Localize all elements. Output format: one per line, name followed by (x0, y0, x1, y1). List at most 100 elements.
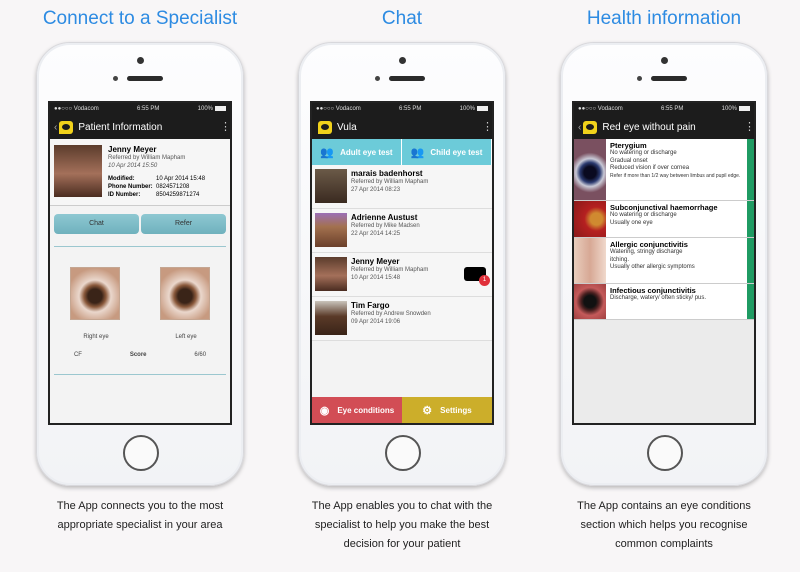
condition-line: itching. (610, 256, 630, 263)
overflow-menu-icon[interactable]: ⋮ (744, 122, 754, 133)
clock: 6:55 PM (399, 106, 422, 112)
date: 10 Apr 2014 15:48 (351, 275, 401, 281)
condition-line: Gradual onset (610, 157, 648, 164)
avatar (315, 301, 347, 335)
condition-image (574, 139, 606, 200)
score-row: CF Score 6/60 (50, 352, 230, 358)
condition-item[interactable]: Pterygium No watering or discharge Gradu… (574, 139, 754, 201)
field-modified: Modified: 10 Apr 2014 15:48 (108, 176, 206, 182)
camera-icon (661, 57, 668, 64)
eye-images (50, 251, 230, 320)
condition-line: Discharge, watery/ often sticky/ pus. (610, 295, 707, 301)
appbar-title: Patient Information (78, 121, 163, 133)
condition-line: No watering or discharge (610, 212, 677, 218)
referred-by: Referred by William Mapham (351, 179, 429, 185)
overflow-menu-icon[interactable]: ⋮ (220, 122, 230, 133)
condition-title: Pterygium (610, 141, 647, 150)
home-button[interactable] (385, 435, 421, 471)
phone-frame: ●●○○○ Vodacom 6:55 PM 100% ‹ Red eye wit… (560, 42, 768, 486)
carrier: ●●○○○ Vodacom (54, 106, 99, 112)
settings-button[interactable]: ⚙ Settings (402, 397, 492, 423)
appbar-title: Red eye without pain (602, 121, 696, 133)
status-bar: ●●○○○ Vodacom 6:55 PM 100% (574, 103, 754, 115)
avatar (315, 257, 347, 291)
clock: 6:55 PM (661, 106, 684, 112)
home-button[interactable] (123, 435, 159, 471)
condition-indicator (747, 201, 754, 237)
condition-indicator (747, 284, 754, 319)
referred-by: Referred by William Mapham (351, 267, 429, 273)
list-item[interactable]: Tim Fargo Referred by Andrew Snowden 09 Ap… (312, 297, 492, 341)
patient-name: Jenny Meyer (108, 145, 157, 154)
action-buttons: Chat Refer (50, 206, 230, 242)
right-eye-image[interactable] (70, 267, 120, 320)
left-eye-label: Left eye (175, 334, 197, 340)
conditions-list: Pterygium No watering or discharge Gradu… (574, 139, 754, 320)
appbar-title: Vula (337, 121, 357, 133)
overflow-menu-icon[interactable]: ⋮ (482, 122, 492, 133)
vula-logo-icon (59, 120, 74, 134)
chat-button[interactable]: Chat (54, 214, 139, 234)
battery: 100% (460, 105, 488, 112)
condition-image (574, 284, 606, 319)
children-icon: 👥 (410, 146, 425, 159)
phone-screen: ●●○○○ Vodacom 6:55 PM 100% ‹ Red eye wit… (572, 101, 756, 425)
left-eye-score: 6/60 (194, 352, 207, 358)
speaker-icon (389, 76, 425, 81)
panel-heading: Health information (586, 8, 742, 29)
list-item[interactable]: Jenny Meyer Referred by William Mapham 10 … (312, 253, 492, 297)
patient-card: Jenny Meyer Referred by William Mapham 1… (50, 139, 230, 206)
condition-line: Reduced vision if over cornea (610, 165, 690, 171)
panel-caption: The App connects you to the most appropr… (56, 500, 224, 531)
panel-caption: The App enables you to chat with the spe… (311, 500, 493, 550)
list-item[interactable]: marais badenhorst Referred by William Map… (312, 165, 492, 209)
tab-child-eye-test[interactable]: 👥 Child eye test (402, 139, 492, 165)
status-bar: ●●○○○ Vodacom 6:55 PM 100% (50, 103, 230, 115)
patient-name: Adrienne Austust (351, 213, 418, 222)
condition-title: Infectious conjunctivitis (610, 286, 696, 295)
home-button[interactable] (647, 435, 683, 471)
condition-note: Refer if more than 1/2 way between limbu… (610, 172, 741, 179)
patient-list: marais badenhorst Referred by William Map… (312, 165, 492, 341)
vula-logo-icon (583, 120, 598, 134)
condition-line: Usually one eye (610, 219, 653, 226)
left-eye-image[interactable] (160, 267, 210, 320)
condition-item[interactable]: Allergic conjunctivitis Watering, string… (574, 238, 754, 284)
camera-icon (399, 57, 406, 64)
patient-referred-by: Referred by William Mapham (108, 155, 186, 161)
eye-conditions-button[interactable]: ◉ Eye conditions (312, 397, 402, 423)
patient-name: Tim Fargo (351, 301, 390, 310)
sensor-icon (375, 76, 380, 81)
right-eye-label: Right eye (83, 334, 109, 340)
condition-line: No watering or discharge (610, 150, 677, 156)
camera-icon (137, 57, 144, 64)
carrier: ●●○○○ Vodacom (316, 106, 361, 112)
score-label: Score (129, 352, 147, 358)
condition-line: Usually other allergic symptoms (610, 264, 695, 270)
refer-button[interactable]: Refer (141, 214, 226, 234)
divider (54, 374, 226, 375)
list-item[interactable]: Adrienne Austust Referred by Mike Madsen 2… (312, 209, 492, 253)
referred-by: Referred by Andrew Snowden (351, 311, 431, 317)
bottom-bar: ◉ Eye conditions ⚙ Settings (312, 397, 492, 423)
unread-badge: 1 (479, 275, 490, 286)
patient-photo (54, 145, 102, 197)
avatar (315, 169, 347, 203)
vula-logo-icon (318, 120, 332, 134)
app-bar: ‹ Patient Information ⋮ (50, 115, 230, 139)
condition-title: Subconjunctival haemorrhage (610, 203, 718, 212)
battery-icon (215, 105, 226, 111)
back-chevron-icon[interactable]: ‹ (54, 122, 57, 133)
status-bar: ●●○○○ Vodacom 6:55 PM 100% (312, 103, 492, 115)
field-id: ID Number: 8504259871274 (108, 192, 200, 198)
battery: 100% (198, 105, 226, 112)
adults-icon: 👥 (320, 146, 335, 159)
condition-item[interactable]: Infectious conjunctivitis Discharge, wat… (574, 284, 754, 320)
tab-adult-eye-test[interactable]: 👥 Adult eye test (312, 139, 402, 165)
condition-item[interactable]: Subconjunctival haemorrhage No watering … (574, 201, 754, 238)
divider (54, 246, 226, 247)
back-chevron-icon[interactable]: ‹ (578, 122, 581, 133)
date: 09 Apr 2014 19:06 (351, 319, 401, 325)
avatar (315, 213, 347, 247)
battery-icon (739, 105, 750, 111)
